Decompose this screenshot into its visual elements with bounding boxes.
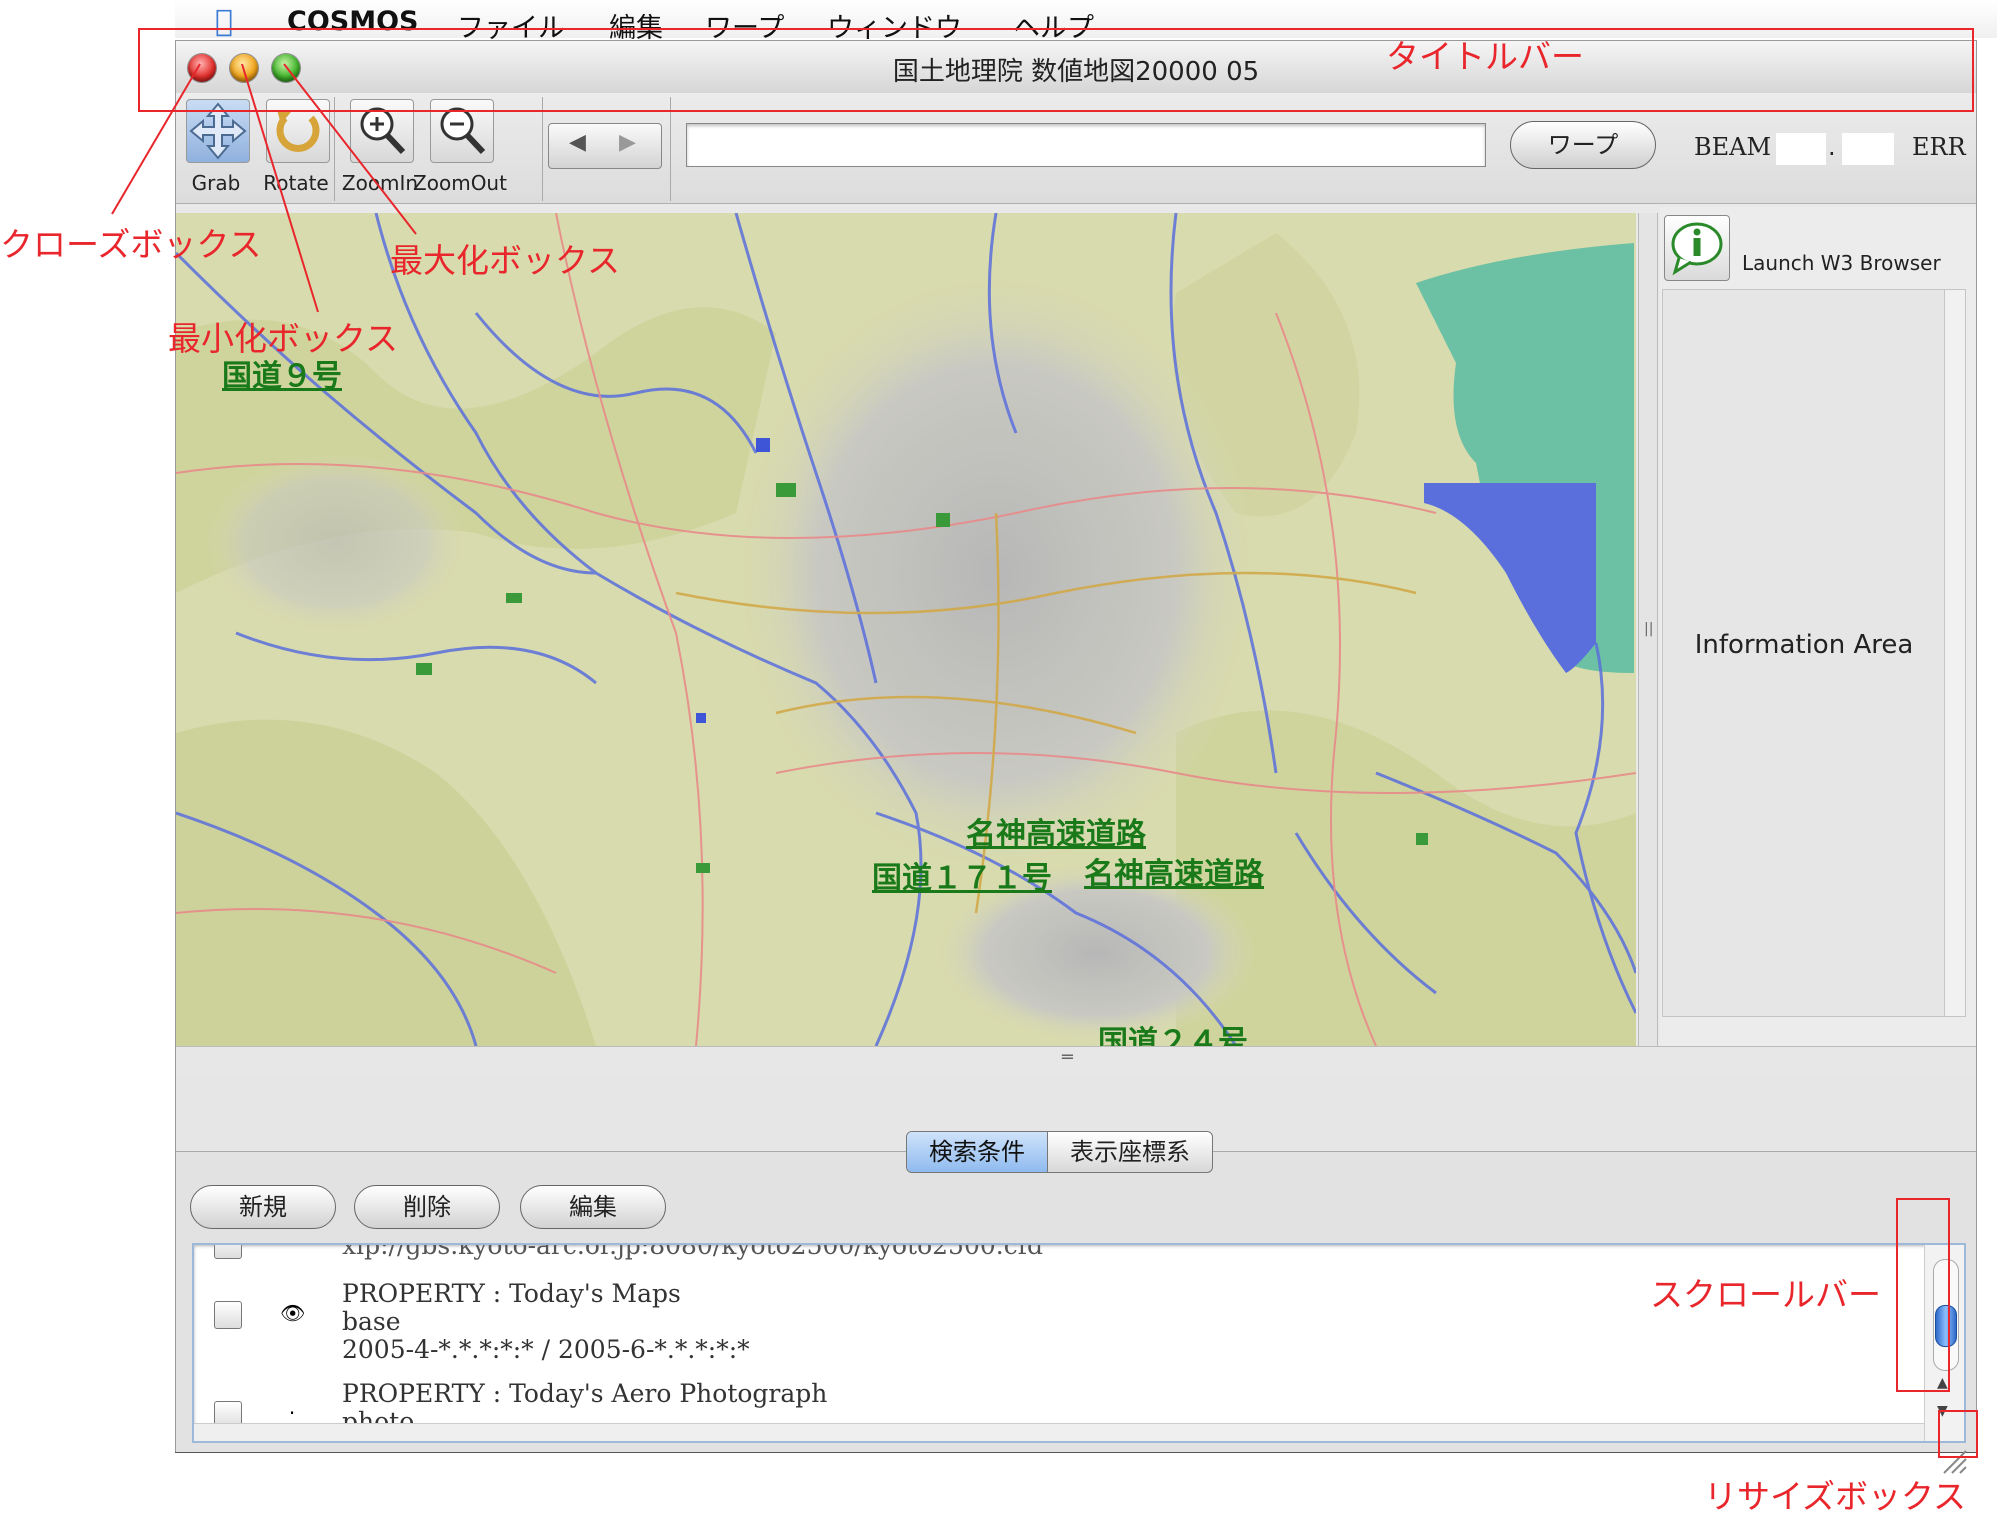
annotation-leader-lines	[111, 63, 417, 313]
